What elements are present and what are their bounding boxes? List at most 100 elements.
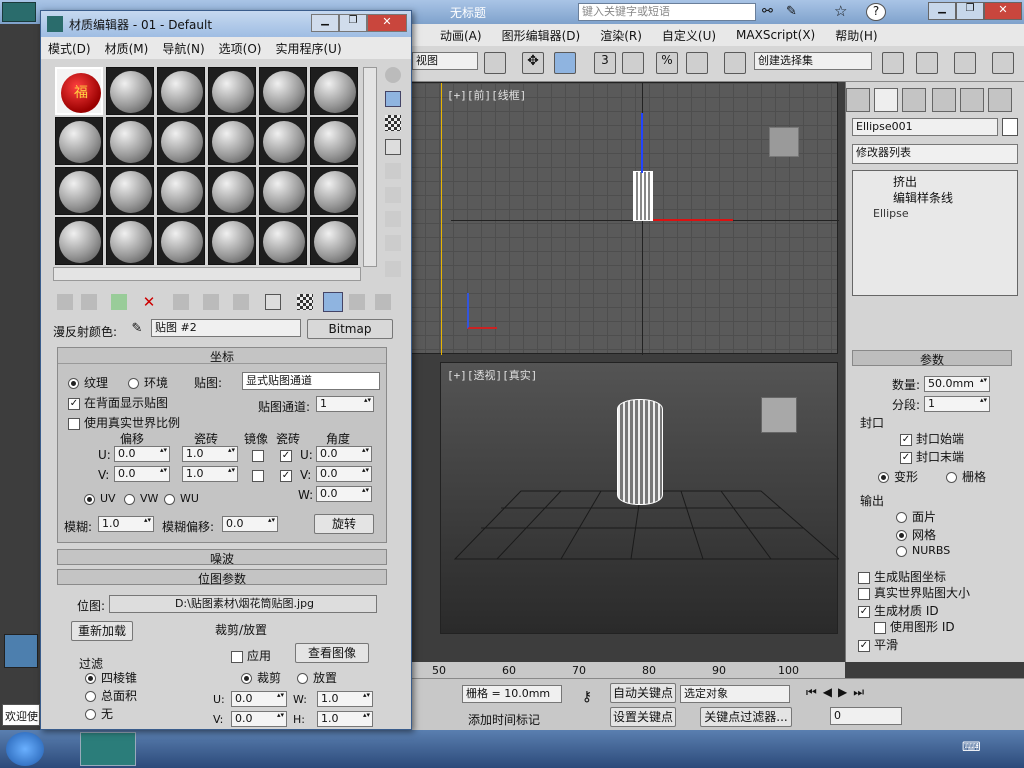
environ-radio[interactable]: 环境 [128, 374, 168, 391]
sample-slot[interactable] [157, 117, 205, 165]
map-name-dropdown[interactable]: 贴图 #2 [151, 319, 301, 337]
reload-button[interactable]: 重新加载 [71, 621, 133, 641]
key-filter-button[interactable]: 关键点过滤器... [700, 707, 792, 727]
apply-checkbox[interactable]: 应用 [231, 647, 271, 664]
make-unique-icon[interactable] [203, 294, 219, 310]
view-image-button[interactable]: 查看图像 [295, 643, 369, 663]
place-radio[interactable]: 放置 [297, 669, 337, 686]
menu-maxscript[interactable]: MAXScript(X) [726, 28, 825, 42]
coords-rollout-header[interactable]: 坐标 [58, 348, 386, 364]
view-dropdown[interactable]: 视图 [412, 52, 478, 70]
put-to-scene-icon[interactable] [81, 294, 97, 310]
sample-slot[interactable] [55, 217, 103, 265]
sample-slot[interactable] [208, 117, 256, 165]
nurbs-radio[interactable]: NURBS [896, 544, 950, 557]
taskbar-max-icon[interactable] [80, 732, 136, 766]
medit-menu-utilities[interactable]: 实用程序(U) [268, 40, 348, 57]
help-icon[interactable]: ? [866, 3, 886, 21]
stack-item-ellipse[interactable]: Ellipse [873, 207, 909, 220]
params-rollout-header[interactable]: 参数 [852, 350, 1012, 367]
sample-slot[interactable] [208, 67, 256, 115]
medit-title-bar[interactable]: 材质编辑器 - 01 - Default ▁ ❐ ✕ [41, 11, 411, 37]
wu-radio[interactable]: WU [164, 492, 199, 505]
cylinder-front[interactable] [633, 171, 653, 221]
uv-radio[interactable]: UV [84, 492, 116, 505]
keyboard-icon[interactable]: ⌨ [962, 740, 981, 755]
cap-end-checkbox[interactable]: ✓ 封口末端 [900, 448, 964, 465]
w-angle-spinner[interactable]: 0.0 [316, 486, 372, 502]
medit-menu-modes[interactable]: 模式(D) [41, 40, 98, 57]
sample-slot[interactable] [259, 167, 307, 215]
move-icon[interactable]: ✥ [522, 52, 544, 74]
pyramid-radio[interactable]: 四棱锥 [85, 669, 137, 686]
bitmap-params-header[interactable]: 位图参数 [57, 569, 387, 586]
select-by-material-icon[interactable] [385, 235, 401, 251]
amount-spinner[interactable]: 50.0mm [924, 376, 990, 392]
display-tab-icon[interactable] [960, 88, 984, 112]
segments-spinner[interactable]: 1 [924, 396, 990, 412]
menu-graph-editors[interactable]: 图形编辑器(D) [492, 27, 591, 44]
sample-slot[interactable] [106, 67, 154, 115]
manipulate-icon[interactable] [554, 52, 576, 74]
crop-radio[interactable]: 裁剪 [241, 669, 281, 686]
sample-slot[interactable] [55, 117, 103, 165]
sample-slot[interactable] [310, 117, 358, 165]
medit-close-button[interactable]: ✕ [367, 14, 407, 32]
video-check-icon[interactable] [385, 163, 401, 179]
sample-slot[interactable] [259, 67, 307, 115]
perspective-viewport[interactable]: [+][透视][真实] [440, 362, 839, 634]
spinner-snap-icon[interactable] [686, 52, 708, 74]
sample-slot[interactable] [106, 167, 154, 215]
map-channel-spinner[interactable]: 1 [316, 396, 374, 412]
motion-tab-icon[interactable] [932, 88, 956, 112]
object-name-input[interactable]: Ellipse001 [852, 118, 998, 136]
backlight-icon[interactable] [385, 91, 401, 107]
sample-slot[interactable] [55, 167, 103, 215]
medit-menu-options[interactable]: 选项(O) [212, 40, 269, 57]
crop-v-spinner[interactable]: 0.0 [231, 711, 287, 727]
sample-slot[interactable] [259, 217, 307, 265]
eyedropper-icon[interactable]: ✎ [129, 321, 145, 337]
material-id-icon[interactable] [265, 294, 281, 310]
close-button[interactable]: ✕ [984, 2, 1022, 20]
patch-radio[interactable]: 面片 [896, 508, 936, 525]
sample-slot[interactable] [208, 167, 256, 215]
add-time-tag[interactable]: 添加时间标记 [468, 711, 540, 728]
u-angle-spinner[interactable]: 0.0 [316, 446, 372, 462]
cylinder-perspective[interactable] [617, 399, 663, 505]
v-tile-checkbox[interactable]: ✓ [280, 468, 296, 482]
mesh-radio[interactable]: 网格 [896, 526, 936, 543]
menu-help[interactable]: 帮助(H) [825, 27, 887, 44]
sample-slot[interactable] [157, 167, 205, 215]
utilities-tab-icon[interactable] [988, 88, 1012, 112]
summed-area-radio[interactable]: 总面积 [85, 687, 137, 704]
stack-item-edit-spline[interactable]: 编辑样条线 [893, 189, 953, 206]
angle-snap-icon[interactable] [622, 52, 644, 74]
object-color-swatch[interactable] [1002, 118, 1018, 136]
rotate-button[interactable]: 旋转 [314, 514, 374, 534]
selection-set-dropdown[interactable]: 创建选择集 [754, 52, 872, 70]
key-icon[interactable]: ✎ [786, 4, 797, 19]
smooth-checkbox[interactable]: ✓ 平滑 [858, 636, 898, 653]
layer-icon[interactable] [954, 52, 976, 74]
viewcube-icon[interactable] [769, 127, 799, 157]
vw-radio[interactable]: VW [124, 492, 158, 505]
slot-scroll-horizontal[interactable] [53, 267, 361, 281]
start-button[interactable] [6, 732, 44, 766]
texture-radio[interactable]: 纹理 [68, 374, 108, 391]
menu-customize[interactable]: 自定义(U) [652, 27, 726, 44]
slot-scroll-vertical[interactable] [363, 67, 377, 267]
go-forward-sibling-icon[interactable] [375, 294, 391, 310]
lock-key-icon[interactable]: ⚷ [570, 689, 604, 711]
sample-slot[interactable] [157, 67, 205, 115]
selected-object-dropdown[interactable]: 选定对象 [680, 685, 790, 703]
crop-h-spinner[interactable]: 1.0 [317, 711, 373, 727]
u-mirror-checkbox[interactable] [252, 448, 268, 462]
viewcube-persp-icon[interactable] [761, 397, 797, 433]
frame-input[interactable]: 0 [830, 707, 902, 725]
v-angle-spinner[interactable]: 0.0 [316, 466, 372, 482]
uv-tiling-icon[interactable] [385, 139, 401, 155]
reset-map-icon[interactable]: ✕ [141, 294, 157, 310]
crop-u-spinner[interactable]: 0.0 [231, 691, 287, 707]
star-icon[interactable]: ☆ [834, 2, 847, 20]
